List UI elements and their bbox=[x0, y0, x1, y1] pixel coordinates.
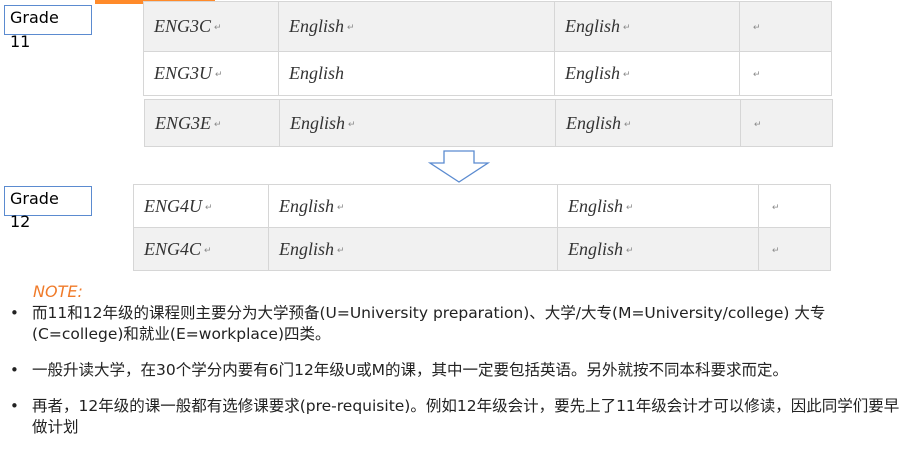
grade-12-text: Grade bbox=[10, 189, 59, 208]
bullet-text: 而11和12年级的课程则主要分为大学预备(U=University prepar… bbox=[32, 304, 826, 343]
course-empty-cell: ↵ bbox=[740, 99, 833, 147]
course-empty-cell: ↵ bbox=[758, 227, 831, 271]
grade-11-text: Grade bbox=[10, 8, 59, 27]
course-code-cell: ENG4U ↵ bbox=[133, 184, 269, 228]
course-code-cell: ENG4C ↵ bbox=[133, 227, 269, 271]
bullet-text: 再者，12年级的课一般都有选修课要求(pre-requisite)。例如12年级… bbox=[32, 397, 900, 436]
note-label: NOTE: bbox=[33, 282, 83, 301]
table-row: ENG4U ↵ English ↵ English ↵ ↵ bbox=[133, 184, 831, 228]
course-code-cell: ENG3C ↵ bbox=[143, 1, 279, 52]
table-row: ENG4C ↵ English ↵ English ↵ ↵ bbox=[133, 227, 831, 271]
bullet-text: 一般升读大学，在30个学分内要有6门12年级U或M的课，其中一定要包括英语。另外… bbox=[32, 361, 789, 379]
down-arrow-icon bbox=[428, 150, 490, 183]
list-item: • 一般升读大学，在30个学分内要有6门12年级U或M的课，其中一定要包括英语。另… bbox=[8, 360, 904, 381]
course-subject-cell: English ↵ bbox=[555, 99, 741, 147]
note-bullet-list: • 而11和12年级的课程则主要分为大学预备(U=University prepa… bbox=[8, 303, 904, 453]
grade-11-course-table-continued: ENG3E ↵ English ↵ English ↵ ↵ bbox=[144, 99, 833, 147]
list-item: • 而11和12年级的课程则主要分为大学预备(U=University prepa… bbox=[8, 303, 904, 345]
list-item: • 再者，12年级的课一般都有选修课要求(pre-requisite)。例如12年… bbox=[8, 396, 904, 438]
grade-11-year: 11 bbox=[10, 32, 31, 51]
course-subject-cell: English bbox=[278, 51, 555, 96]
bullet-icon: • bbox=[10, 397, 19, 415]
course-subject-cell: English ↵ bbox=[268, 184, 558, 228]
course-subject-cell: English ↵ bbox=[554, 1, 740, 52]
course-subject-cell: English ↵ bbox=[268, 227, 558, 271]
course-subject-cell: English ↵ bbox=[279, 99, 556, 147]
course-subject-cell: English ↵ bbox=[557, 184, 759, 228]
bullet-icon: • bbox=[10, 304, 19, 322]
table-row: ENG3U ↵ English English ↵ ↵ bbox=[143, 51, 832, 96]
bullet-icon: • bbox=[10, 361, 19, 379]
course-empty-cell: ↵ bbox=[758, 184, 831, 228]
table-row: ENG3C ↵ English ↵ English ↵ ↵ bbox=[143, 1, 832, 52]
grade-11-label: Grade bbox=[4, 5, 92, 35]
table-row: ENG3E ↵ English ↵ English ↵ ↵ bbox=[144, 99, 833, 147]
course-code-cell: ENG3E ↵ bbox=[144, 99, 280, 147]
course-subject-cell: English ↵ bbox=[557, 227, 759, 271]
grade-11-course-table: ENG3C ↵ English ↵ English ↵ ↵ ENG3U ↵ Englis… bbox=[143, 1, 832, 96]
course-code-cell: ENG3U ↵ bbox=[143, 51, 279, 96]
grade-12-year: 12 bbox=[10, 212, 31, 231]
course-subject-cell: English ↵ bbox=[278, 1, 555, 52]
course-subject-cell: English ↵ bbox=[554, 51, 740, 96]
grade-12-course-table: ENG4U ↵ English ↵ English ↵ ↵ ENG4C ↵ Englis… bbox=[133, 184, 831, 271]
course-empty-cell: ↵ bbox=[739, 1, 832, 52]
course-empty-cell: ↵ bbox=[739, 51, 832, 96]
